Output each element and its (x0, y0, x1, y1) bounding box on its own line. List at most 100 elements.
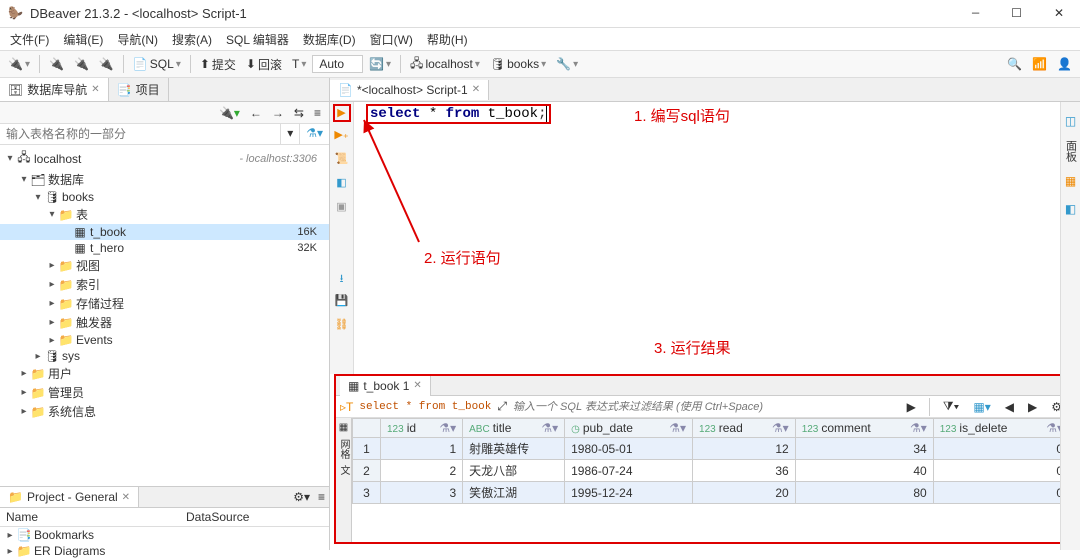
tree-item[interactable]: ▸🛢sys (0, 348, 329, 364)
tree-item[interactable]: ▸📁视图 (0, 256, 329, 275)
menu-sql-editor[interactable]: SQL 编辑器 (220, 29, 295, 50)
grid-mode-icon[interactable]: ▦ (339, 422, 348, 433)
menu-help[interactable]: 帮助(H) (421, 29, 474, 50)
tree-item[interactable]: ▸📁用户 (0, 364, 329, 383)
table-row[interactable]: 22天龙八部1986-07-2436400 (353, 460, 1070, 482)
bookmarks-item[interactable]: ▸📑 Bookmarks (0, 527, 329, 543)
col-name[interactable]: Name (6, 510, 186, 524)
tab-project[interactable]: 📑 项目 (109, 78, 169, 101)
text-mode-icon2[interactable]: 文 (336, 465, 351, 475)
tree-item[interactable]: ▦t_book16K (0, 224, 329, 240)
plug-red-icon[interactable]: 🔌 (70, 55, 93, 73)
connect-icon[interactable]: 🔌▾ (215, 104, 244, 122)
tab-db-navigator[interactable]: 🗄 数据库导航 ✕ (0, 78, 109, 101)
funnel-icon[interactable]: ⚗▾ (299, 124, 329, 144)
rollback-button[interactable]: ⬇回滚 (242, 54, 286, 75)
close-button[interactable]: ✕ (1046, 4, 1072, 23)
tree-item[interactable]: ▸📁管理员 (0, 383, 329, 402)
refresh-icon[interactable]: 🔄▾ (365, 55, 395, 73)
tree-item[interactable]: ▾🗂数据库 (0, 170, 329, 189)
col-read[interactable]: 123read ⚗▾ (693, 419, 796, 438)
menu-file[interactable]: 文件(F) (4, 29, 55, 50)
text-mode-icon[interactable]: 网格 (336, 439, 351, 459)
menu-window[interactable]: 窗口(W) (364, 29, 419, 50)
sql-button[interactable]: 📄SQL▾ (129, 55, 185, 73)
tree-item[interactable]: ▸📁索引 (0, 275, 329, 294)
tree-search-input[interactable] (0, 124, 280, 144)
col-comment[interactable]: 123comment ⚗▾ (795, 419, 933, 438)
table-row[interactable]: 33笑傲江湖1995-12-2420800 (353, 482, 1070, 504)
maximize-button[interactable]: ☐ (1003, 4, 1030, 23)
close-icon[interactable]: ✕ (91, 84, 99, 95)
tab-project-general[interactable]: 📁 Project - General ✕ (0, 487, 139, 507)
tree-item[interactable]: ▾📁表 (0, 205, 329, 224)
filter-history-icon[interactable]: ⧩▾ (939, 397, 964, 416)
tree-item[interactable]: ▸📁Events (0, 332, 329, 348)
panel-label[interactable]: 面板 (1063, 140, 1079, 162)
results-grid[interactable]: 123id ⚗▾ABCtitle ⚗▾◷pub_date ⚗▾123read ⚗… (352, 418, 1070, 504)
value-panel-icon[interactable]: ◧ (1061, 200, 1080, 218)
tree-item[interactable]: ▸📁存储过程 (0, 294, 329, 313)
corner-cell[interactable] (353, 419, 381, 438)
editor-tab-script[interactable]: 📄 *<localhost> Script-1 ✕ (330, 80, 489, 100)
commit-button[interactable]: ⬆提交 (196, 54, 240, 75)
menu-search[interactable]: 搜索(A) (166, 29, 218, 50)
col-title[interactable]: ABCtitle ⚗▾ (463, 419, 565, 438)
db-tree[interactable]: ▾🖧localhost- localhost:3306▾🗂数据库▾🛢books▾… (0, 145, 329, 486)
load-icon[interactable]: ⭳ (333, 270, 351, 288)
filter-icon[interactable]: ▾ (280, 124, 299, 144)
nav-next-icon[interactable]: ▶ (1024, 398, 1041, 416)
col-id[interactable]: 123id ⚗▾ (381, 419, 463, 438)
tree-item[interactable]: ▦t_hero32K (0, 240, 329, 256)
auto-mode[interactable]: Auto (312, 55, 363, 73)
new-connection-icon[interactable]: 🔌▾ (4, 55, 34, 73)
nav-fwd-icon[interactable]: → (268, 104, 288, 122)
tree-item[interactable]: ▸📁触发器 (0, 313, 329, 332)
plug-batch-icon[interactable]: 🔌 (95, 55, 118, 73)
settings-menu-icon[interactable]: ≡ (310, 104, 325, 122)
menu-database[interactable]: 数据库(D) (297, 29, 362, 50)
results-tab[interactable]: ▦ t_book 1 ✕ (340, 376, 431, 396)
close-icon[interactable]: ✕ (472, 84, 480, 95)
er-diagrams-item[interactable]: ▸📁 ER Diagrams (0, 543, 329, 559)
execute-script-icon[interactable]: 📜 (333, 152, 351, 170)
nav-prev-icon[interactable]: ◀ (1001, 398, 1018, 416)
link-icon[interactable]: ⛓ (333, 318, 351, 336)
explain-plan-icon[interactable]: ◧ (333, 176, 351, 194)
gear-icon[interactable]: ⚙▾ (289, 488, 314, 506)
settings-icon[interactable]: 🔧▾ (552, 55, 582, 73)
search-icon[interactable]: 🔍 (1003, 55, 1026, 73)
plug-green-icon[interactable]: 🔌 (45, 55, 68, 73)
collapse-icon[interactable]: ⇆ (290, 104, 308, 122)
apply-filter-icon[interactable]: ▶ (903, 398, 920, 416)
menu-edit[interactable]: 编辑(E) (57, 29, 109, 50)
menu-icon[interactable]: ≡ (314, 488, 329, 506)
col-pub_date[interactable]: ◷pub_date ⚗▾ (565, 419, 693, 438)
col-is_delete[interactable]: 123is_delete ⚗▾ (933, 419, 1069, 438)
panels-icon[interactable]: ◫ (1061, 112, 1080, 130)
tree-item[interactable]: ▸📁系统信息 (0, 402, 329, 421)
close-icon[interactable]: ✕ (413, 380, 421, 391)
avatar-icon[interactable]: 👤 (1053, 55, 1076, 73)
execute-sql-button[interactable]: ▶ (333, 104, 351, 122)
expand-icon[interactable]: ⤢ (497, 399, 507, 414)
close-icon[interactable]: ✕ (122, 492, 130, 503)
execute-new-tab-icon[interactable]: ▶₊ (333, 128, 351, 146)
tree-item[interactable]: ▾🖧localhost- localhost:3306 (0, 147, 329, 170)
col-datasource[interactable]: DataSource (186, 510, 249, 524)
fetch-icon[interactable]: ▦▾ (969, 398, 994, 416)
sql-filter-input[interactable] (513, 401, 897, 413)
tx-button[interactable]: T▾ (288, 55, 310, 73)
conn-crumb[interactable]: 🖧 localhost▾ (406, 52, 484, 77)
table-row[interactable]: 11射雕英雄传1980-05-0112340 (353, 438, 1070, 460)
update-icon[interactable]: 📶 (1028, 55, 1051, 73)
db-crumb[interactable]: 🛢 books▾ (486, 55, 550, 73)
save-icon[interactable]: 💾 (333, 294, 351, 312)
nav-back-icon[interactable]: ← (246, 104, 266, 122)
minimize-button[interactable]: — (964, 4, 987, 23)
sql-editor[interactable]: select * from t_book; 1. 编写sql语句 2. 运行语句… (354, 102, 1080, 374)
grid-toggle-icon[interactable]: ▦ (1061, 172, 1080, 190)
stop-icon[interactable]: ▣ (333, 200, 351, 218)
tree-item[interactable]: ▾🛢books (0, 189, 329, 205)
menu-navigate[interactable]: 导航(N) (111, 29, 164, 50)
